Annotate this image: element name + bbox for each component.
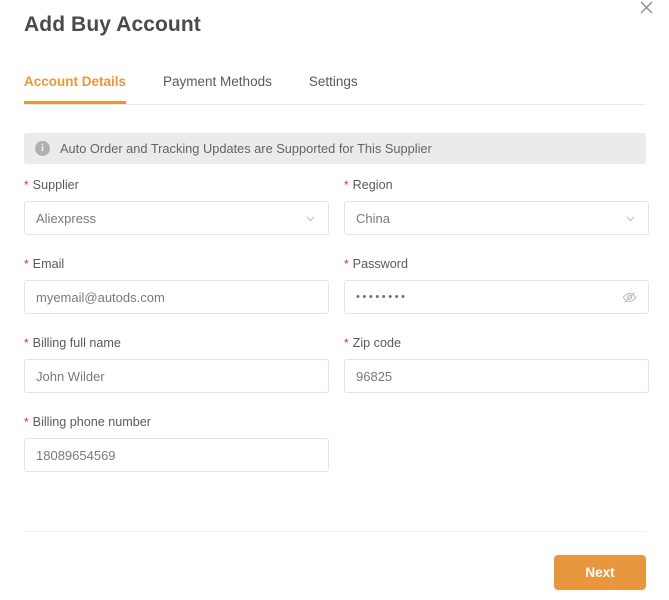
page-title: Add Buy Account <box>24 13 201 36</box>
eye-off-icon[interactable] <box>622 290 637 305</box>
tab-divider <box>24 104 646 105</box>
billing-phone-number-value: 18089654569 <box>36 447 116 463</box>
required-marker: * <box>24 336 29 350</box>
email-field[interactable]: myemail@autods.com <box>24 280 329 314</box>
required-marker: * <box>344 257 349 271</box>
zip-code-value: 96825 <box>356 368 393 384</box>
close-icon <box>640 1 653 14</box>
label-region: * Region <box>344 178 649 193</box>
password-value: •••••••• <box>356 291 408 303</box>
chevron-down-icon <box>304 212 317 225</box>
field-zip-code: * Zip code 96825 <box>344 336 649 393</box>
form-row-name-zip: * Billing full name John Wilder * Zip co… <box>24 336 649 393</box>
region-value: China <box>356 210 390 226</box>
field-region: * Region China <box>344 178 649 235</box>
label-billing-phone-number: * Billing phone number <box>24 415 329 430</box>
label-text: Password <box>352 257 408 271</box>
label-email: * Email <box>24 257 329 272</box>
chevron-down-icon <box>624 212 637 225</box>
required-marker: * <box>344 336 349 350</box>
field-email: * Email myemail@autods.com <box>24 257 329 314</box>
required-marker: * <box>24 257 29 271</box>
close-button[interactable] <box>633 0 659 20</box>
label-text: Billing phone number <box>32 415 151 429</box>
billing-phone-number-field[interactable]: 18089654569 <box>24 438 329 472</box>
field-password: * Password •••••••• <box>344 257 649 314</box>
zip-code-field[interactable]: 96825 <box>344 359 649 393</box>
field-supplier: * Supplier Aliexpress <box>24 178 329 235</box>
required-marker: * <box>344 178 349 192</box>
next-button[interactable]: Next <box>554 555 646 590</box>
tab-payment-methods[interactable]: Payment Methods <box>163 74 272 104</box>
footer-divider <box>24 531 646 532</box>
form-row-email-password: * Email myemail@autods.com * Password ••… <box>24 257 649 314</box>
tab-account-details[interactable]: Account Details <box>24 74 127 104</box>
email-value: myemail@autods.com <box>36 289 165 305</box>
supplier-select[interactable]: Aliexpress <box>24 201 329 235</box>
region-select[interactable]: China <box>344 201 649 235</box>
label-text: Supplier <box>32 178 79 192</box>
label-password: * Password <box>344 257 649 272</box>
required-marker: * <box>24 178 29 192</box>
label-text: Region <box>352 178 393 192</box>
field-billing-phone-number: * Billing phone number 18089654569 <box>24 415 329 472</box>
info-banner: i Auto Order and Tracking Updates are Su… <box>24 133 646 164</box>
billing-full-name-value: John Wilder <box>36 368 105 384</box>
tab-bar: Account Details Payment Methods Settings <box>24 74 646 104</box>
label-billing-full-name: * Billing full name <box>24 336 329 351</box>
billing-full-name-field[interactable]: John Wilder <box>24 359 329 393</box>
label-zip-code: * Zip code <box>344 336 649 351</box>
password-field[interactable]: •••••••• <box>344 280 649 314</box>
info-icon: i <box>35 141 50 156</box>
label-supplier: * Supplier <box>24 178 329 193</box>
supplier-value: Aliexpress <box>36 210 96 226</box>
label-text: Billing full name <box>32 336 121 350</box>
tab-settings[interactable]: Settings <box>309 74 358 104</box>
label-text: Email <box>32 257 65 271</box>
form-row-phone: * Billing phone number 18089654569 <box>24 415 646 472</box>
form-row-supplier-region: * Supplier Aliexpress * Region China <box>24 178 649 235</box>
required-marker: * <box>24 415 29 429</box>
label-text: Zip code <box>352 336 401 350</box>
field-billing-full-name: * Billing full name John Wilder <box>24 336 329 393</box>
info-banner-text: Auto Order and Tracking Updates are Supp… <box>60 141 432 156</box>
account-details-form: * Supplier Aliexpress * Region China * E… <box>24 178 649 494</box>
